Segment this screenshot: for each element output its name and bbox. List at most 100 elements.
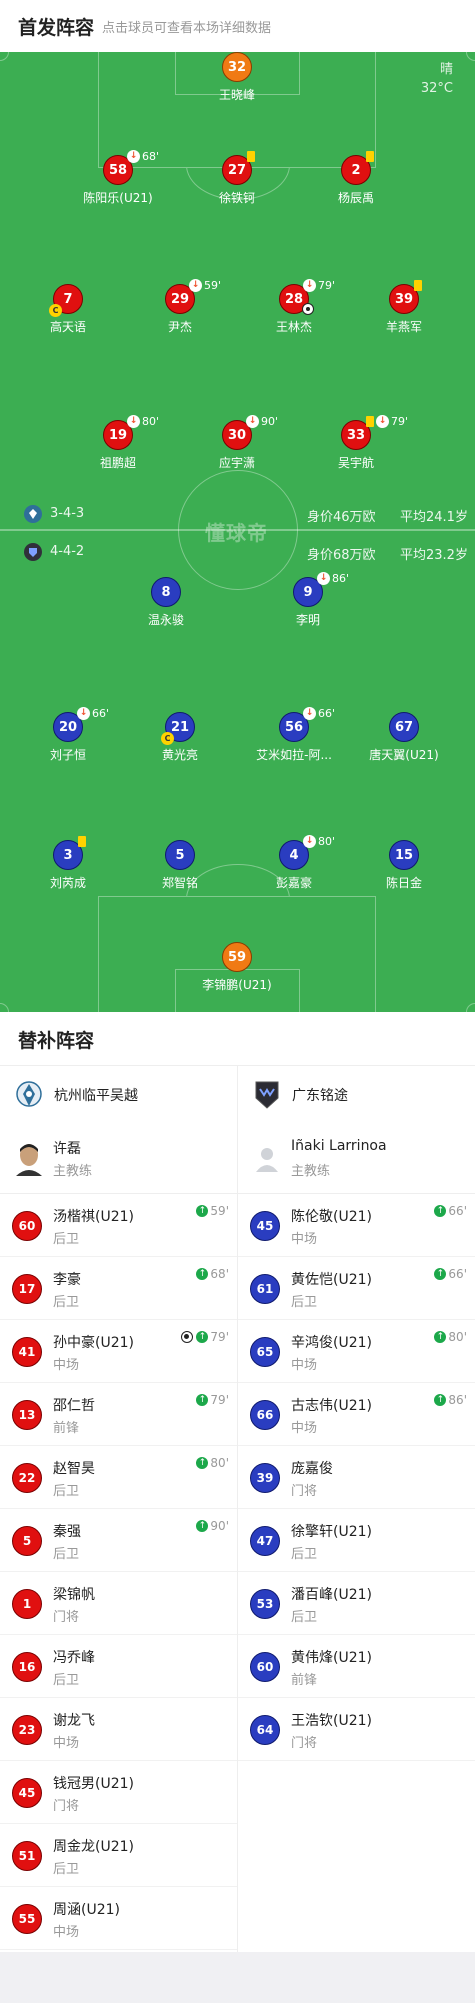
- substitute-position: 门将: [291, 1484, 318, 1499]
- substitute-number: 5: [12, 1526, 42, 1556]
- player-marker[interactable]: 15 陈日金: [354, 840, 454, 896]
- player-marker[interactable]: 7 高天语 C: [18, 284, 118, 340]
- player-marker[interactable]: 4 彭嘉豪 ↓ 80': [244, 834, 344, 896]
- sub-off-minute: 79': [318, 278, 336, 292]
- substitute-row[interactable]: 22 赵智昊 后卫 ↑ 80': [0, 1446, 237, 1509]
- lineup-header: 首发阵容 点击球员可查看本场详细数据: [0, 0, 475, 52]
- substitute-row[interactable]: 60 汤楷祺(U21) 后卫 ↑ 59': [0, 1194, 237, 1257]
- substitute-number: 45: [250, 1211, 280, 1241]
- substitute-row[interactable]: 23 谢龙飞 中场: [0, 1698, 237, 1761]
- player-marker[interactable]: 21 黄光亮 C: [130, 712, 230, 768]
- substitute-row[interactable]: 41 孙中豪(U21) 中场 ↑ 79': [0, 1320, 237, 1383]
- player-name: 李锦鹏(U21): [202, 978, 272, 992]
- sub-off-minute: 68': [142, 149, 160, 163]
- substitution-in: ↑ 66': [434, 1267, 467, 1281]
- substitution-in: ↑ 79': [181, 1330, 229, 1344]
- player-marker[interactable]: 32 王晓峰: [187, 52, 287, 108]
- substitutes-title: 替补阵容: [18, 1030, 95, 1052]
- player-marker[interactable]: 56 艾米如拉-阿... ↓ 66': [244, 706, 344, 768]
- player-marker[interactable]: 8 温永骏: [116, 577, 216, 633]
- substitute-row[interactable]: 5 秦强 后卫 ↑ 90': [0, 1509, 237, 1572]
- substitution-off: ↓ 66': [303, 706, 335, 720]
- substitute-name: 汤楷祺(U21): [53, 1209, 134, 1225]
- substitute-row[interactable]: 55 周涵(U21) 中场: [0, 1887, 237, 1950]
- pitch: 懂球帝 晴 32°C 3-4-3 身价46万欧 平均24.1岁 4-4-2 身价…: [0, 52, 475, 1012]
- substitute-row[interactable]: 51 周金龙(U21) 后卫: [0, 1824, 237, 1887]
- substitute-row[interactable]: 13 邵仁哲 前锋 ↑ 79': [0, 1383, 237, 1446]
- away-team-logo-icon: [24, 543, 42, 561]
- sub-off-minute: 90': [261, 414, 279, 428]
- substitute-number: 39: [250, 1463, 280, 1493]
- player-marker[interactable]: 19 祖鹏超 ↓ 80': [68, 414, 168, 476]
- weather-info: 晴 32°C: [421, 60, 453, 98]
- substitute-row[interactable]: 17 李豪 后卫 ↑ 68': [0, 1257, 237, 1320]
- substitute-row[interactable]: 61 黄佐恺(U21) 后卫 ↑ 66': [238, 1257, 475, 1320]
- substitute-row[interactable]: 16 冯乔峰 后卫: [0, 1635, 237, 1698]
- player-marker[interactable]: 33 吴宇航 ↓ 79': [306, 414, 408, 476]
- substitute-number: 1: [12, 1589, 42, 1619]
- substitute-row[interactable]: 65 辛鸿俊(U21) 中场 ↑ 80': [238, 1320, 475, 1383]
- home-team-avg-age: 平均24.1岁: [400, 510, 468, 525]
- sub-off-icon: ↓: [317, 571, 330, 585]
- lineup-title: 首发阵容: [18, 16, 95, 39]
- sub-off-minute: 86': [332, 571, 350, 585]
- substitute-number: 41: [12, 1337, 42, 1367]
- substitute-position: 中场: [53, 1736, 80, 1751]
- substitute-number: 23: [12, 1715, 42, 1745]
- player-marker[interactable]: 30 应宇潇 ↓ 90': [187, 414, 287, 476]
- player-marker[interactable]: 3 刘芮成: [18, 836, 118, 896]
- sub-in-minute: 79': [210, 1330, 229, 1344]
- player-marker[interactable]: 58 陈阳乐(U21) ↓ 68': [68, 149, 168, 211]
- home-formation: 3-4-3: [50, 506, 85, 521]
- substitute-row[interactable]: 45 陈伦敬(U21) 中场 ↑ 66': [238, 1194, 475, 1257]
- captain-badge: C: [161, 732, 174, 745]
- substitute-row[interactable]: 53 潘百峰(U21) 后卫: [238, 1572, 475, 1635]
- substitute-position: 后卫: [53, 1547, 80, 1562]
- substitution-in: ↑ 80': [434, 1330, 467, 1344]
- substitute-row[interactable]: 39 庞嘉俊 门将: [238, 1446, 475, 1509]
- player-marker[interactable]: 2 杨辰禹: [306, 151, 406, 211]
- substitute-row[interactable]: 64 王浩钦(U21) 门将: [238, 1698, 475, 1761]
- player-marker[interactable]: 67 唐天翼(U21): [354, 712, 454, 768]
- substitute-name: 钱冠男(U21): [53, 1776, 134, 1792]
- player-name: 刘芮成: [49, 876, 86, 890]
- substitute-number: 16: [12, 1652, 42, 1682]
- substitute-row[interactable]: 45 钱冠男(U21) 门将: [0, 1761, 237, 1824]
- home-team-header[interactable]: 杭州临平吴越: [0, 1066, 237, 1124]
- coach-avatar-placeholder: [252, 1142, 282, 1176]
- away-coach[interactable]: Iñaki Larrinoa 主教练: [238, 1124, 475, 1194]
- player-marker[interactable]: 27 徐铁钶: [187, 151, 287, 211]
- substitute-row[interactable]: 66 古志伟(U21) 中场 ↑ 86': [238, 1383, 475, 1446]
- substitute-row[interactable]: 47 徐擎轩(U21) 后卫: [238, 1509, 475, 1572]
- away-team-avg-age: 平均23.2岁: [400, 548, 468, 563]
- player-marker[interactable]: 29 尹杰 ↓ 59': [130, 278, 230, 340]
- corner-arc: [466, 52, 475, 61]
- player-marker[interactable]: 39 羊燕军: [354, 280, 454, 340]
- sub-in-icon: ↑: [434, 1331, 447, 1343]
- player-marker[interactable]: 28 王林杰 ↓ 79': [244, 278, 344, 340]
- player-marker[interactable]: 59 李锦鹏(U21): [187, 942, 287, 998]
- substitute-name: 邵仁哲: [53, 1398, 95, 1414]
- coach-role: 主教练: [53, 1164, 93, 1179]
- sub-off-icon: ↓: [189, 278, 202, 292]
- sub-off-icon: ↓: [303, 834, 316, 848]
- substitute-row[interactable]: 1 梁锦帆 门将: [0, 1572, 237, 1635]
- player-marker[interactable]: 9 李明 ↓ 86': [258, 571, 358, 633]
- player-marker[interactable]: 20 刘子恒 ↓ 66': [18, 706, 118, 768]
- sub-in-minute: 68': [210, 1267, 229, 1281]
- substitute-position: 后卫: [53, 1673, 80, 1688]
- player-marker[interactable]: 5 郑智铭: [130, 840, 230, 896]
- substitute-row[interactable]: 60 黄伟烽(U21) 前锋: [238, 1635, 475, 1698]
- sub-in-icon: ↑: [196, 1205, 209, 1217]
- sub-in-minute: 80': [210, 1456, 229, 1470]
- substitute-name: 黄佐恺(U21): [291, 1272, 372, 1288]
- home-coach[interactable]: 许磊 主教练: [0, 1124, 237, 1194]
- coach-name: Iñaki Larrinoa: [291, 1138, 387, 1154]
- sub-off-icon: ↓: [376, 414, 389, 428]
- weather-condition: 晴: [439, 62, 453, 77]
- away-team-header[interactable]: 广东铭途: [238, 1066, 475, 1124]
- substitute-number: 55: [12, 1904, 42, 1934]
- sub-off-minute: 79': [391, 414, 409, 428]
- player-name: 高天语: [49, 320, 86, 334]
- substitute-name: 古志伟(U21): [291, 1398, 372, 1414]
